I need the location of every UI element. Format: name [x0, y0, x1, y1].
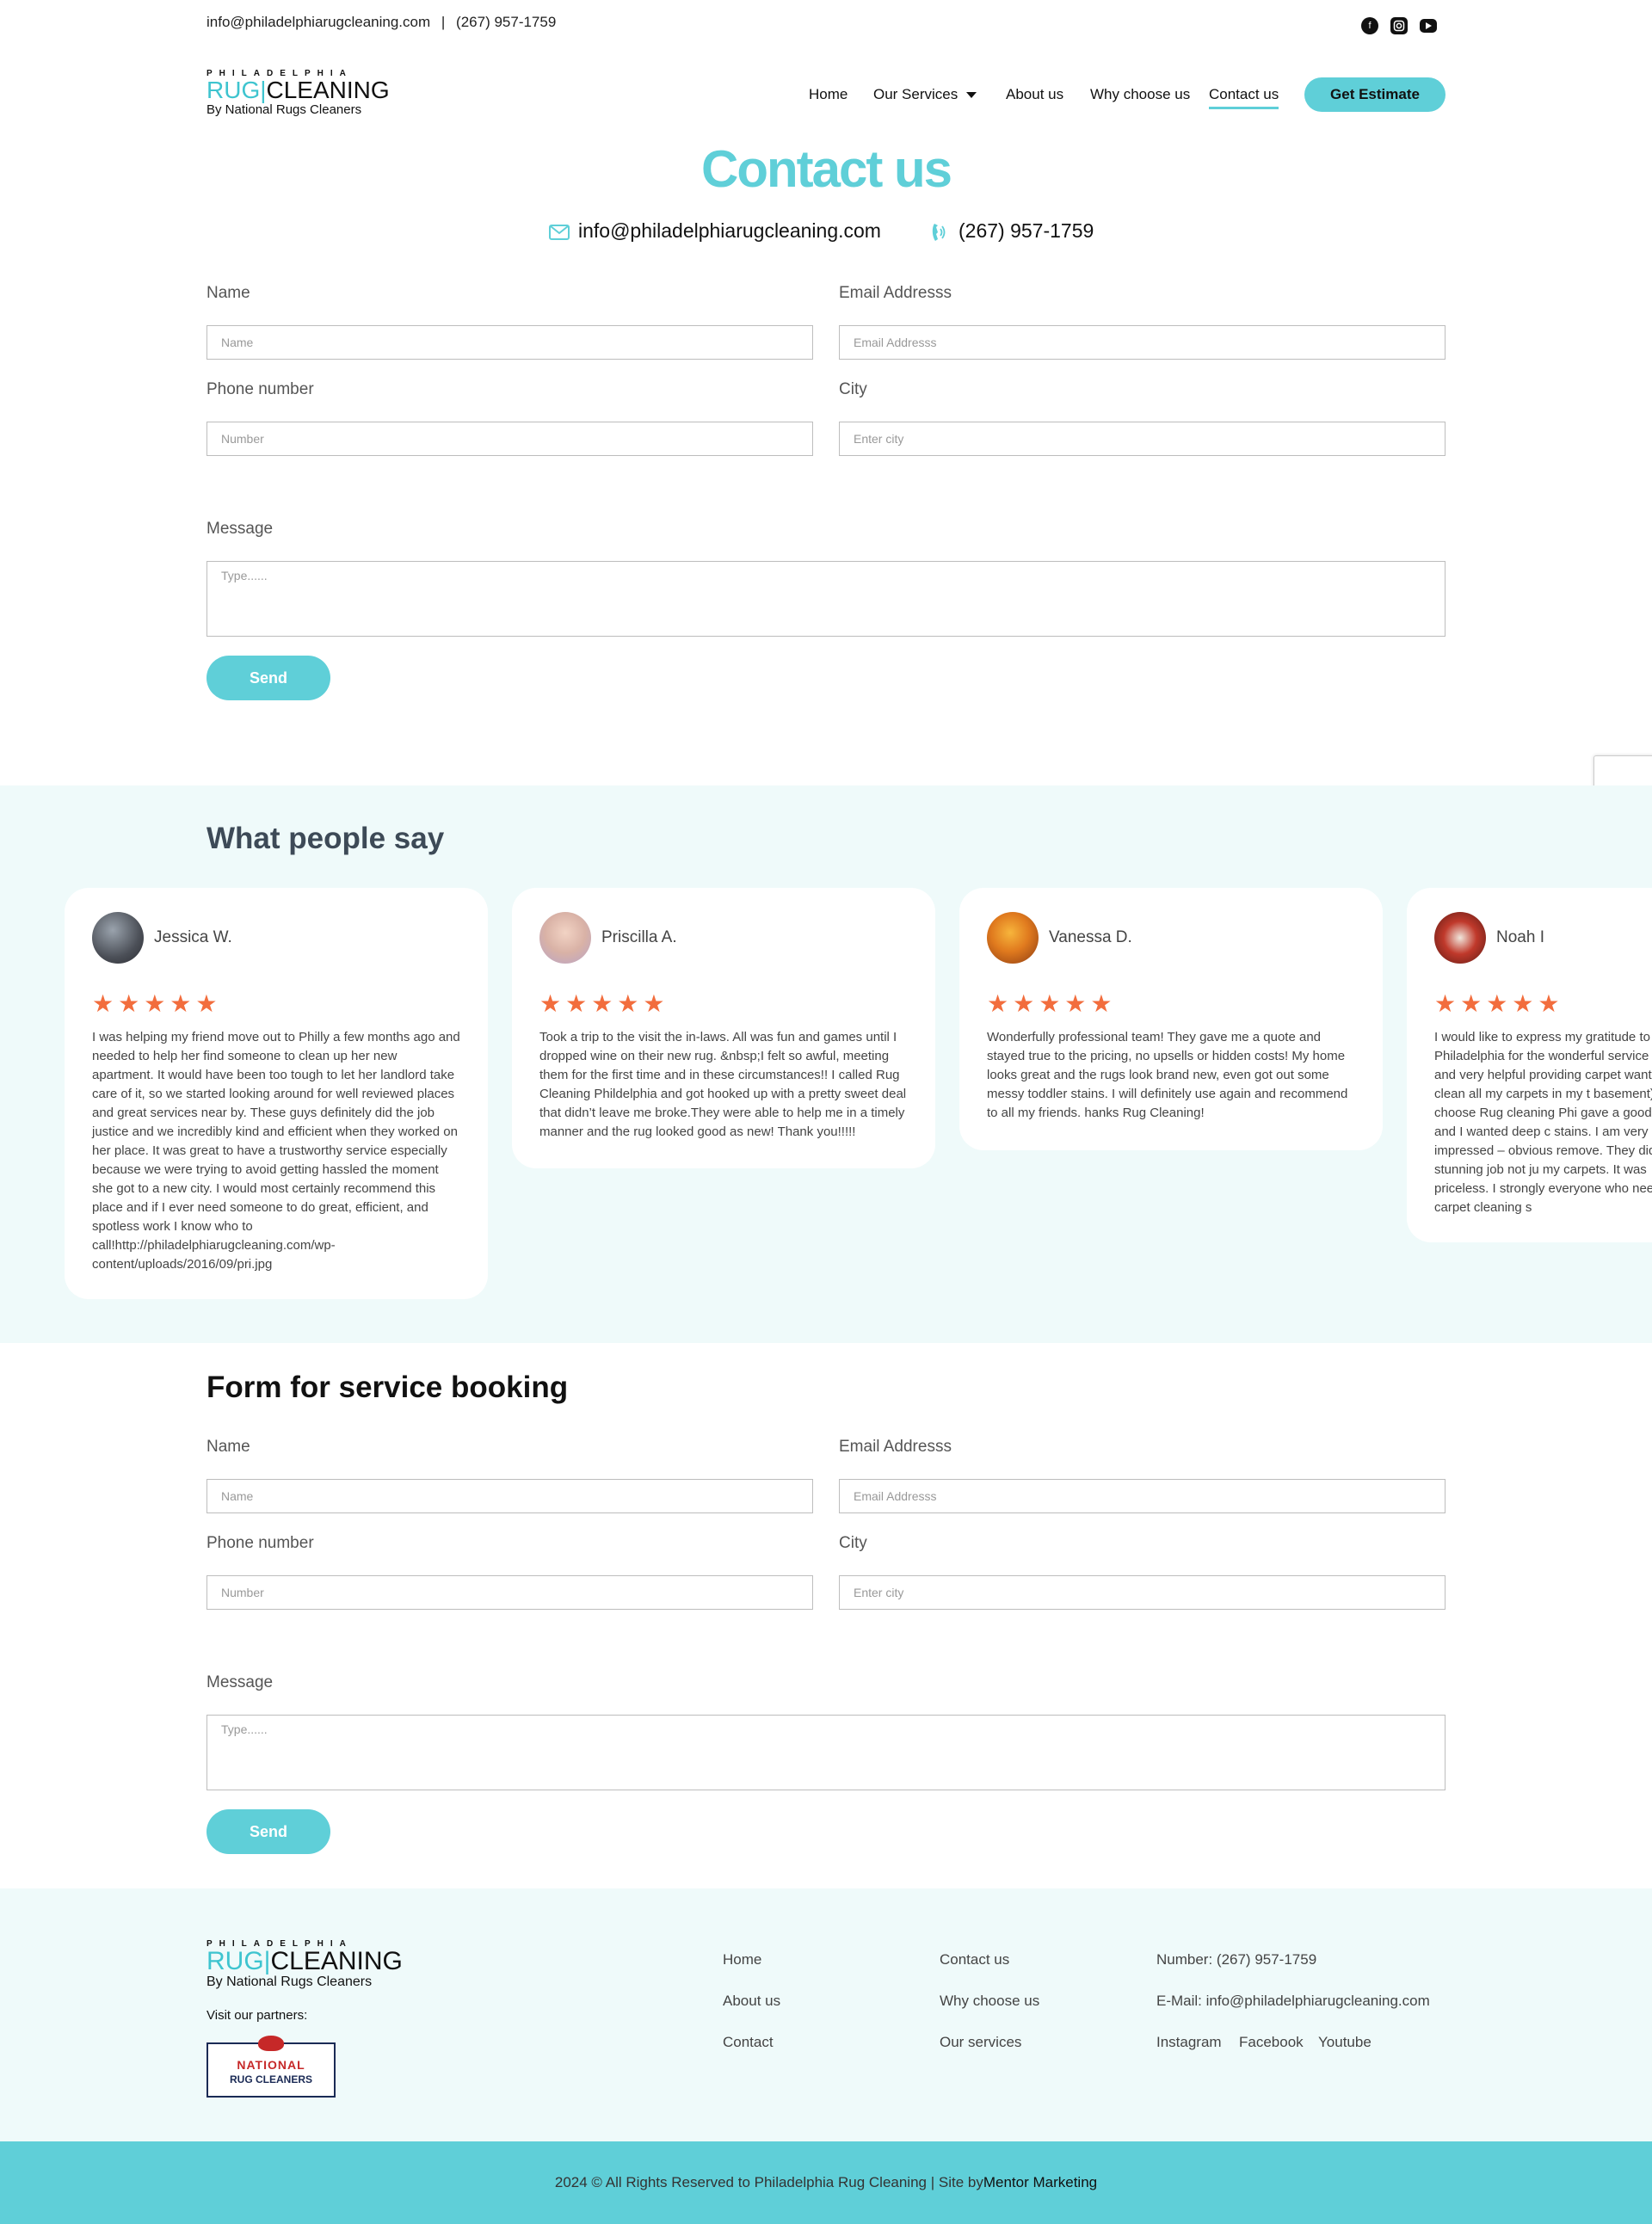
hero-email-text: info@philadelphiarugcleaning.com: [578, 219, 881, 242]
booking-phone-input[interactable]: Number: [206, 1575, 813, 1610]
topbar-separator: |: [441, 14, 446, 30]
review-text: I was helping my friend move out to Phil…: [92, 1030, 460, 1272]
avatar: [1434, 912, 1486, 964]
hero-phone-text: (267) 957-1759: [959, 219, 1094, 242]
partner-logo-bottom: RUG CLEANERS: [229, 2073, 312, 2085]
avatar: [539, 912, 591, 964]
national-rug-cleaners-logo[interactable]: NATIONAL RUG CLEANERS: [206, 2036, 336, 2098]
booking-name-label: Name: [206, 1438, 250, 1456]
booking-city-label: City: [839, 1534, 867, 1552]
avatar: [987, 912, 1039, 964]
booking-email-label: Email Addresss: [839, 1438, 952, 1456]
star-rating: ★★★★★: [987, 990, 1117, 1017]
name-label: Name: [206, 284, 250, 302]
city-label: City: [839, 380, 867, 398]
topbar-email[interactable]: info@philadelphiarugcleaning.com: [206, 14, 430, 30]
testimonials-title: What people say: [206, 822, 445, 855]
avatar: [92, 912, 144, 964]
footer-logo-cleaning: CLEANING: [270, 1947, 403, 1975]
logo-main-text: RUG|CLEANING: [206, 78, 390, 102]
footer-link-our-services[interactable]: Our services: [940, 2034, 1021, 2051]
reviewer-name: Vanessa D.: [1049, 928, 1132, 946]
partner-logo-top: NATIONAL: [237, 2058, 305, 2072]
booking-title: Form for service booking: [206, 1371, 569, 1404]
send-button[interactable]: Send: [206, 656, 330, 700]
footer-link-why-choose-us[interactable]: Why choose us: [940, 1993, 1039, 2010]
footer-logo[interactable]: PHILADELPHIA RUG|CLEANING By National Ru…: [206, 1939, 403, 1990]
logo-rug: RUG: [206, 77, 261, 103]
footer-link-contact-us[interactable]: Contact us: [940, 1951, 1009, 1968]
message-label: Message: [206, 520, 274, 538]
booking-name-input[interactable]: Name: [206, 1479, 813, 1513]
review-card: Jessica W. ★★★★★ I was helping my friend…: [65, 888, 488, 1299]
nav-why-choose-us[interactable]: Why choose us: [1090, 86, 1190, 103]
site-logo[interactable]: PHILADELPHIA RUG|CLEANING By National Ru…: [206, 69, 390, 117]
footer-logo-subtitle: By National Rugs Cleaners: [206, 1974, 373, 1989]
nav-our-services[interactable]: Our Services: [873, 86, 977, 103]
booking-message-textarea[interactable]: Type......: [206, 1715, 1446, 1790]
nav-our-services-label: Our Services: [873, 86, 959, 102]
footer-email[interactable]: E-Mail: info@philadelphiarugcleaning.com: [1156, 1993, 1430, 2010]
footer-logo-rug: RUG: [206, 1947, 264, 1975]
name-input[interactable]: Name: [206, 325, 813, 360]
star-rating: ★★★★★: [539, 990, 669, 1017]
copyright-bar: 2024 © All Rights Reserved to Philadelph…: [0, 2141, 1652, 2224]
review-card: Noah I ★★★★★ I would like to express my …: [1407, 888, 1652, 1242]
footer-phone[interactable]: Number: (267) 957-1759: [1156, 1951, 1316, 1968]
partners-label: Visit our partners:: [206, 2008, 308, 2023]
footer-link-about-us[interactable]: About us: [723, 1993, 780, 2010]
footer-link-instagram[interactable]: Instagram: [1156, 2034, 1222, 2051]
topbar-contact: info@philadelphiarugcleaning.com | (267)…: [206, 14, 556, 31]
email-input[interactable]: Email Addresss: [839, 325, 1446, 360]
phone-input[interactable]: Number: [206, 422, 813, 456]
logo-cleaning: CLEANING: [266, 77, 390, 103]
footer-link-facebook[interactable]: Facebook: [1239, 2034, 1304, 2051]
logo-subtitle: By National Rugs Cleaners: [206, 102, 362, 117]
partner-logo-emblem: [258, 2036, 284, 2051]
reviewer-name: Priscilla A.: [601, 928, 677, 946]
instagram-icon[interactable]: [1390, 17, 1408, 34]
reviewer-name: Jessica W.: [154, 928, 232, 946]
review-text: Wonderfully professional team! They gave…: [987, 1030, 1348, 1120]
topbar-phone[interactable]: (267) 957-1759: [456, 14, 556, 30]
booking-email-input[interactable]: Email Addresss: [839, 1479, 1446, 1513]
footer-link-youtube[interactable]: Youtube: [1318, 2034, 1372, 2051]
reviewer-name: Noah I: [1496, 928, 1544, 946]
booking-send-button[interactable]: Send: [206, 1809, 330, 1854]
nav-contact-us[interactable]: Contact us: [1209, 86, 1279, 109]
credit-link[interactable]: Mentor Marketing: [983, 2174, 1097, 2191]
get-estimate-button[interactable]: Get Estimate: [1304, 77, 1446, 112]
star-rating: ★★★★★: [92, 990, 222, 1017]
logo-divider: |: [260, 77, 267, 103]
review-card: Priscilla A. ★★★★★ Took a trip to the vi…: [512, 888, 935, 1168]
booking-message-label: Message: [206, 1673, 274, 1691]
review-text: Took a trip to the visit the in-laws. Al…: [539, 1030, 907, 1139]
hero-email[interactable]: info@philadelphiarugcleaning.com: [549, 219, 881, 243]
facebook-icon[interactable]: f: [1361, 17, 1378, 34]
booking-city-input[interactable]: Enter city: [839, 1575, 1446, 1610]
chevron-down-icon: [966, 92, 977, 99]
footer-link-contact[interactable]: Contact: [723, 2034, 774, 2051]
nav-home[interactable]: Home: [809, 86, 848, 103]
nav-about-us[interactable]: About us: [1006, 86, 1063, 103]
booking-phone-label: Phone number: [206, 1534, 314, 1552]
page-title: Contact us: [700, 140, 952, 198]
email-label: Email Addresss: [839, 284, 952, 302]
hero-phone[interactable]: (267) 957-1759: [931, 219, 1094, 243]
envelope-icon: [549, 224, 570, 240]
review-card: Vanessa D. ★★★★★ Wonderfully professiona…: [959, 888, 1383, 1150]
copyright-text: 2024 © All Rights Reserved to Philadelph…: [554, 2174, 983, 2190]
youtube-icon[interactable]: [1420, 19, 1437, 33]
star-rating: ★★★★★: [1434, 990, 1564, 1017]
phone-icon: [932, 223, 946, 241]
city-input[interactable]: Enter city: [839, 422, 1446, 456]
review-text: I would like to express my gratitude to …: [1434, 1030, 1652, 1215]
footer-link-home[interactable]: Home: [723, 1951, 761, 1968]
footer-logo-main-text: RUG|CLEANING: [206, 1949, 403, 1974]
message-textarea[interactable]: Type......: [206, 561, 1446, 637]
phone-label: Phone number: [206, 380, 314, 398]
